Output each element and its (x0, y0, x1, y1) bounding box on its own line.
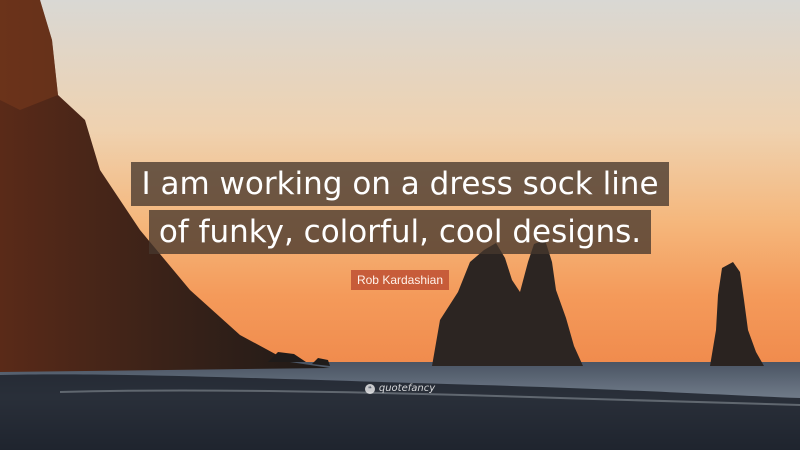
quotefancy-logo-icon: ❝ (364, 383, 375, 394)
quote-line-1: I am working on a dress sock line (131, 162, 669, 206)
watermark-text: quotefancy (378, 383, 436, 394)
quote-image: I am working on a dress sock line of fun… (0, 0, 800, 450)
quote-line-2: of funky, colorful, cool designs. (148, 210, 652, 254)
author-name[interactable]: Rob Kardashian (350, 270, 450, 290)
author-badge: Rob Kardashian (0, 270, 800, 290)
quote-text: I am working on a dress sock line of fun… (0, 162, 800, 258)
watermark: ❝ quotefancy (0, 383, 800, 394)
